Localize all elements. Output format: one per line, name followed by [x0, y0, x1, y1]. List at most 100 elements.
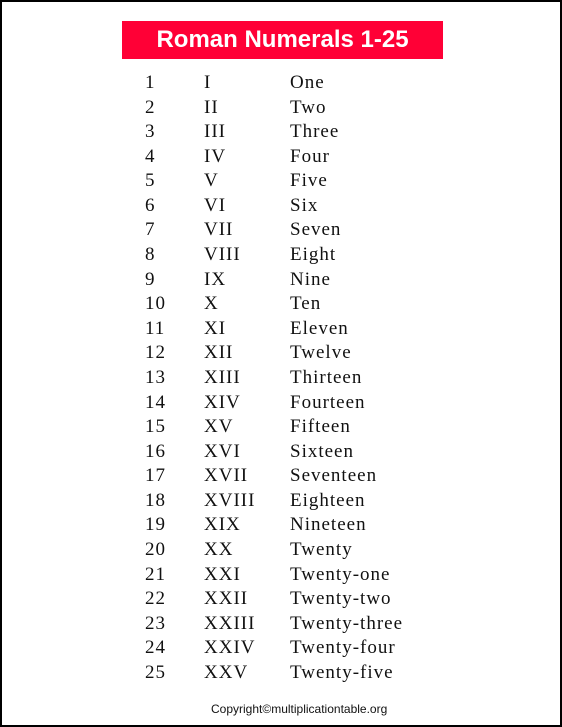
word-cell: Seventeen	[290, 465, 378, 487]
table-row: 15 XV Fifteen	[2, 415, 560, 440]
number-cell: 6	[145, 194, 156, 216]
number-cell: 8	[145, 244, 156, 266]
roman-cell: VII	[204, 219, 234, 241]
number-cell: 22	[145, 588, 166, 610]
number-cell: 1	[145, 72, 156, 93]
table-row: 2 II Two	[2, 96, 560, 121]
numeral-table: 1 I One 2 II Two 3 III Three 4 IV Four 5 V Five 6 VI Six 7…	[2, 71, 560, 685]
roman-cell: II	[204, 96, 219, 118]
word-cell: Twelve	[290, 342, 352, 364]
number-cell: 16	[145, 440, 166, 462]
word-cell: Nineteen	[290, 514, 367, 536]
word-cell: Twenty-three	[290, 612, 404, 634]
roman-cell: XII	[204, 342, 234, 364]
roman-cell: XXIV	[204, 637, 256, 659]
word-cell: Ten	[290, 293, 322, 315]
roman-cell: XI	[204, 317, 227, 339]
table-row: 3 III Three	[2, 120, 560, 145]
number-cell: 19	[145, 514, 166, 536]
table-row: 18 XVIII Eighteen	[2, 489, 560, 514]
table-row: 13 XIII Thirteen	[2, 366, 560, 391]
table-row: 21 XXI Twenty-one	[2, 563, 560, 588]
roman-cell: XXV	[204, 661, 249, 683]
number-cell: 3	[145, 121, 156, 143]
number-cell: 24	[145, 637, 166, 659]
number-cell: 13	[145, 366, 166, 388]
roman-cell: XVIII	[204, 489, 256, 511]
word-cell: Eighteen	[290, 489, 366, 511]
table-row: 5 V Five	[2, 169, 560, 194]
word-cell: Five	[290, 170, 328, 192]
word-cell: Twenty	[290, 538, 353, 560]
table-row: 9 IX Nine	[2, 268, 560, 293]
word-cell: Nine	[290, 268, 331, 290]
table-row: 22 XXII Twenty-two	[2, 587, 560, 612]
table-row: 7 VII Seven	[2, 218, 560, 243]
number-cell: 9	[145, 268, 156, 290]
word-cell: Twenty-five	[290, 661, 394, 683]
number-cell: 4	[145, 145, 156, 167]
number-cell: 21	[145, 563, 166, 585]
roman-cell: XVI	[204, 440, 241, 462]
word-cell: Fourteen	[290, 391, 366, 413]
word-cell: Seven	[290, 219, 342, 241]
table-row: 14 XIV Fourteen	[2, 391, 560, 416]
roman-cell: VI	[204, 194, 227, 216]
roman-cell: XIV	[204, 391, 241, 413]
word-cell: Four	[290, 145, 330, 167]
table-row: 17 XVII Seventeen	[2, 464, 560, 489]
word-cell: Two	[290, 96, 327, 118]
roman-cell: IX	[204, 268, 227, 290]
number-cell: 20	[145, 538, 166, 560]
table-row: 16 XVI Sixteen	[2, 440, 560, 465]
table-row: 25 XXV Twenty-five	[2, 661, 560, 686]
table-row: 20 XX Twenty	[2, 538, 560, 563]
table-row: 10 X Ten	[2, 292, 560, 317]
table-row: 12 XII Twelve	[2, 341, 560, 366]
number-cell: 15	[145, 416, 166, 438]
roman-cell: IV	[204, 145, 227, 167]
copyright-footer: Copyright©multiplicationtable.org	[211, 702, 388, 716]
roman-cell: XIX	[204, 514, 241, 536]
word-cell: Thirteen	[290, 366, 363, 388]
word-cell: Six	[290, 194, 319, 216]
roman-cell: XXI	[204, 563, 241, 585]
roman-cell: III	[204, 121, 226, 143]
page-title: Roman Numerals 1-25	[122, 21, 443, 59]
roman-cell: XX	[204, 538, 234, 560]
number-cell: 18	[145, 489, 166, 511]
number-cell: 17	[145, 465, 166, 487]
word-cell: Twenty-one	[290, 563, 391, 585]
number-cell: 23	[145, 612, 166, 634]
word-cell: Sixteen	[290, 440, 354, 462]
roman-cell: XXII	[204, 588, 249, 610]
table-row: 6 VI Six	[2, 194, 560, 219]
number-cell: 10	[145, 293, 166, 315]
number-cell: 14	[145, 391, 166, 413]
roman-cell: XV	[204, 416, 234, 438]
table-row: 4 IV Four	[2, 145, 560, 170]
number-cell: 7	[145, 219, 156, 241]
roman-cell: XXIII	[204, 612, 256, 634]
word-cell: Eight	[290, 244, 337, 266]
number-cell: 25	[145, 661, 166, 683]
word-cell: One	[290, 72, 325, 93]
table-row: 8 VIII Eight	[2, 243, 560, 268]
roman-cell: XVII	[204, 465, 249, 487]
number-cell: 5	[145, 170, 156, 192]
word-cell: Eleven	[290, 317, 349, 339]
roman-cell: V	[204, 170, 219, 192]
roman-cell: X	[204, 293, 219, 315]
word-cell: Three	[290, 121, 340, 143]
table-row: 11 XI Eleven	[2, 317, 560, 342]
roman-cell: XIII	[204, 366, 241, 388]
word-cell: Twenty-two	[290, 588, 392, 610]
table-row: 23 XXIII Twenty-three	[2, 612, 560, 637]
number-cell: 11	[145, 317, 166, 339]
number-cell: 2	[145, 96, 156, 118]
table-row: 1 I One	[2, 71, 560, 96]
word-cell: Fifteen	[290, 416, 351, 438]
number-cell: 12	[145, 342, 166, 364]
roman-cell: I	[204, 72, 212, 93]
word-cell: Twenty-four	[290, 637, 396, 659]
